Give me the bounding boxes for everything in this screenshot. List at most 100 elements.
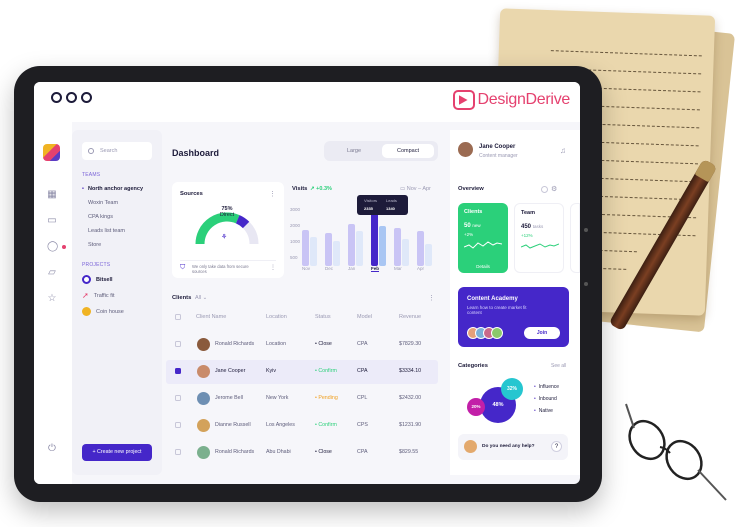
- calendar-icon[interactable]: ▭: [47, 216, 57, 226]
- window-dot-icon: [51, 92, 62, 103]
- clock-icon[interactable]: ◯: [47, 242, 58, 252]
- clients-filter[interactable]: All ⌄: [195, 295, 207, 301]
- x-tick-label: Feb: [371, 266, 380, 272]
- x-tick-label: Mar: [394, 266, 402, 271]
- team-item[interactable]: North anchor agency: [82, 186, 143, 192]
- row-checkbox[interactable]: [175, 368, 181, 374]
- table-row[interactable]: Jane Cooper Kyiv • Confirm CPA $3334.10: [166, 360, 438, 384]
- select-all-checkbox[interactable]: [175, 314, 181, 320]
- row-checkbox[interactable]: [175, 395, 181, 401]
- avatar: [197, 392, 210, 405]
- table-row[interactable]: Ronald Richards Abu Dhabi • Close CPA $8…: [166, 441, 438, 465]
- team-item[interactable]: Leads list team: [88, 228, 125, 234]
- card-value: 450: [521, 224, 532, 230]
- window-dot-icon: [66, 92, 77, 103]
- app-logo-icon: [43, 144, 60, 161]
- create-project-button[interactable]: + Create new project: [82, 444, 152, 461]
- more-icon[interactable]: ⋮: [428, 294, 435, 302]
- folder-icon[interactable]: ▱: [47, 268, 57, 278]
- settings-icon[interactable]: ⚙: [551, 185, 557, 193]
- view-large-button[interactable]: Large: [328, 144, 380, 158]
- power-icon[interactable]: ⏻: [47, 444, 57, 454]
- avatar: [491, 327, 503, 339]
- chart-bar[interactable]: [310, 236, 317, 266]
- project-label: Bitsell: [96, 276, 113, 283]
- search-input[interactable]: Search: [82, 142, 152, 160]
- chevron-down-icon: ⌄: [202, 295, 208, 301]
- status-text: Confirm: [318, 422, 337, 428]
- client-revenue: $7829.30: [399, 341, 422, 347]
- help-text: Do you need any help?: [482, 444, 535, 449]
- client-revenue: $2432.00: [399, 395, 422, 401]
- view-compact-button[interactable]: Compact: [382, 144, 434, 158]
- more-icon[interactable]: ⋮: [269, 190, 276, 198]
- bell-icon[interactable]: ♫: [560, 146, 566, 155]
- status-badge: • Confirm: [315, 368, 337, 374]
- overview-title: Overview: [458, 186, 484, 192]
- see-all-link[interactable]: See all: [551, 363, 566, 369]
- chart-bar[interactable]: [379, 226, 386, 266]
- info-icon[interactable]: [541, 186, 548, 193]
- status-badge: • Confirm: [315, 422, 337, 428]
- profile-role: Content manager: [479, 153, 518, 159]
- card-change: +12%: [521, 233, 533, 238]
- card-unit: tasks: [532, 224, 544, 229]
- tooltip-visitors-value: 2335: [364, 206, 373, 211]
- chart-bar[interactable]: [348, 224, 355, 266]
- team-item[interactable]: Woxin Team: [88, 200, 118, 206]
- more-icon[interactable]: ⋮: [270, 264, 276, 271]
- overview-card-team[interactable]: Team 450 tasks +12%: [514, 203, 564, 273]
- project-item[interactable]: Coin house: [82, 307, 124, 316]
- chart-bar[interactable]: [356, 231, 363, 266]
- trend-up-icon: ↗: [310, 186, 315, 192]
- page-title: Dashboard: [172, 148, 220, 158]
- overview-card-clients[interactable]: Clients 50 new +2% Details: [458, 203, 508, 273]
- sources-note: We only take data from secure sources: [192, 264, 249, 274]
- card-unit: new: [472, 223, 481, 228]
- join-button[interactable]: Join: [524, 327, 560, 339]
- table-row[interactable]: Ronald Richards Location • Close CPA $78…: [166, 333, 438, 357]
- academy-title: Content Academy: [467, 296, 518, 302]
- project-item[interactable]: Bitsell: [82, 275, 113, 284]
- row-checkbox[interactable]: [175, 422, 181, 428]
- chart-bar[interactable]: [302, 229, 309, 266]
- card-title: Team: [521, 210, 535, 216]
- team-item[interactable]: CPA kings: [88, 214, 113, 220]
- table-row[interactable]: Dianne Russell Los Angeles • Confirm CPS…: [166, 414, 438, 438]
- team-item[interactable]: Store: [88, 242, 101, 248]
- avatar[interactable]: [458, 142, 473, 157]
- chart-bar[interactable]: [402, 238, 409, 266]
- chart-bar[interactable]: [333, 240, 340, 266]
- help-box[interactable]: Do you need any help? ?: [458, 434, 568, 460]
- category-bubble: 20%: [467, 398, 485, 416]
- chart-bar[interactable]: [417, 231, 424, 266]
- client-revenue: $829.55: [399, 449, 419, 455]
- calendar-icon: ▭: [400, 186, 406, 192]
- y-tick-label: 1000: [290, 239, 301, 244]
- row-checkbox[interactable]: [175, 449, 181, 455]
- client-location: Los Angeles: [266, 422, 295, 428]
- camera-dot: [584, 228, 588, 232]
- column-header: Status: [315, 314, 331, 320]
- eyeglasses-icon: [625, 403, 727, 501]
- tooltip-leads-value: 1340: [386, 206, 395, 211]
- help-icon[interactable]: ?: [551, 441, 562, 452]
- chart-bar[interactable]: [371, 209, 378, 266]
- chart-bar[interactable]: [425, 244, 432, 266]
- gauge-label: Direct: [219, 212, 235, 218]
- details-link[interactable]: Details: [458, 264, 508, 269]
- project-item[interactable]: ➚ Traffic fit: [82, 291, 114, 300]
- client-location: Kyiv: [266, 368, 277, 374]
- star-icon[interactable]: ☆: [47, 294, 57, 304]
- row-checkbox[interactable]: [175, 341, 181, 347]
- grid-icon[interactable]: ▦: [47, 190, 57, 200]
- chart-bar[interactable]: [325, 233, 332, 266]
- client-location: Abu Dhabi: [266, 449, 291, 455]
- date-range[interactable]: ▭ Nov – Apr: [400, 186, 431, 192]
- table-row[interactable]: Jerome Bell New York • Pending CPL $2432…: [166, 387, 438, 411]
- window-dot-icon: [81, 92, 92, 103]
- visits-change: ↗ +0.3%: [310, 186, 332, 192]
- chart-bar[interactable]: [394, 227, 401, 266]
- top-bar: DesignDerive: [34, 82, 580, 122]
- sparkline: [464, 241, 502, 249]
